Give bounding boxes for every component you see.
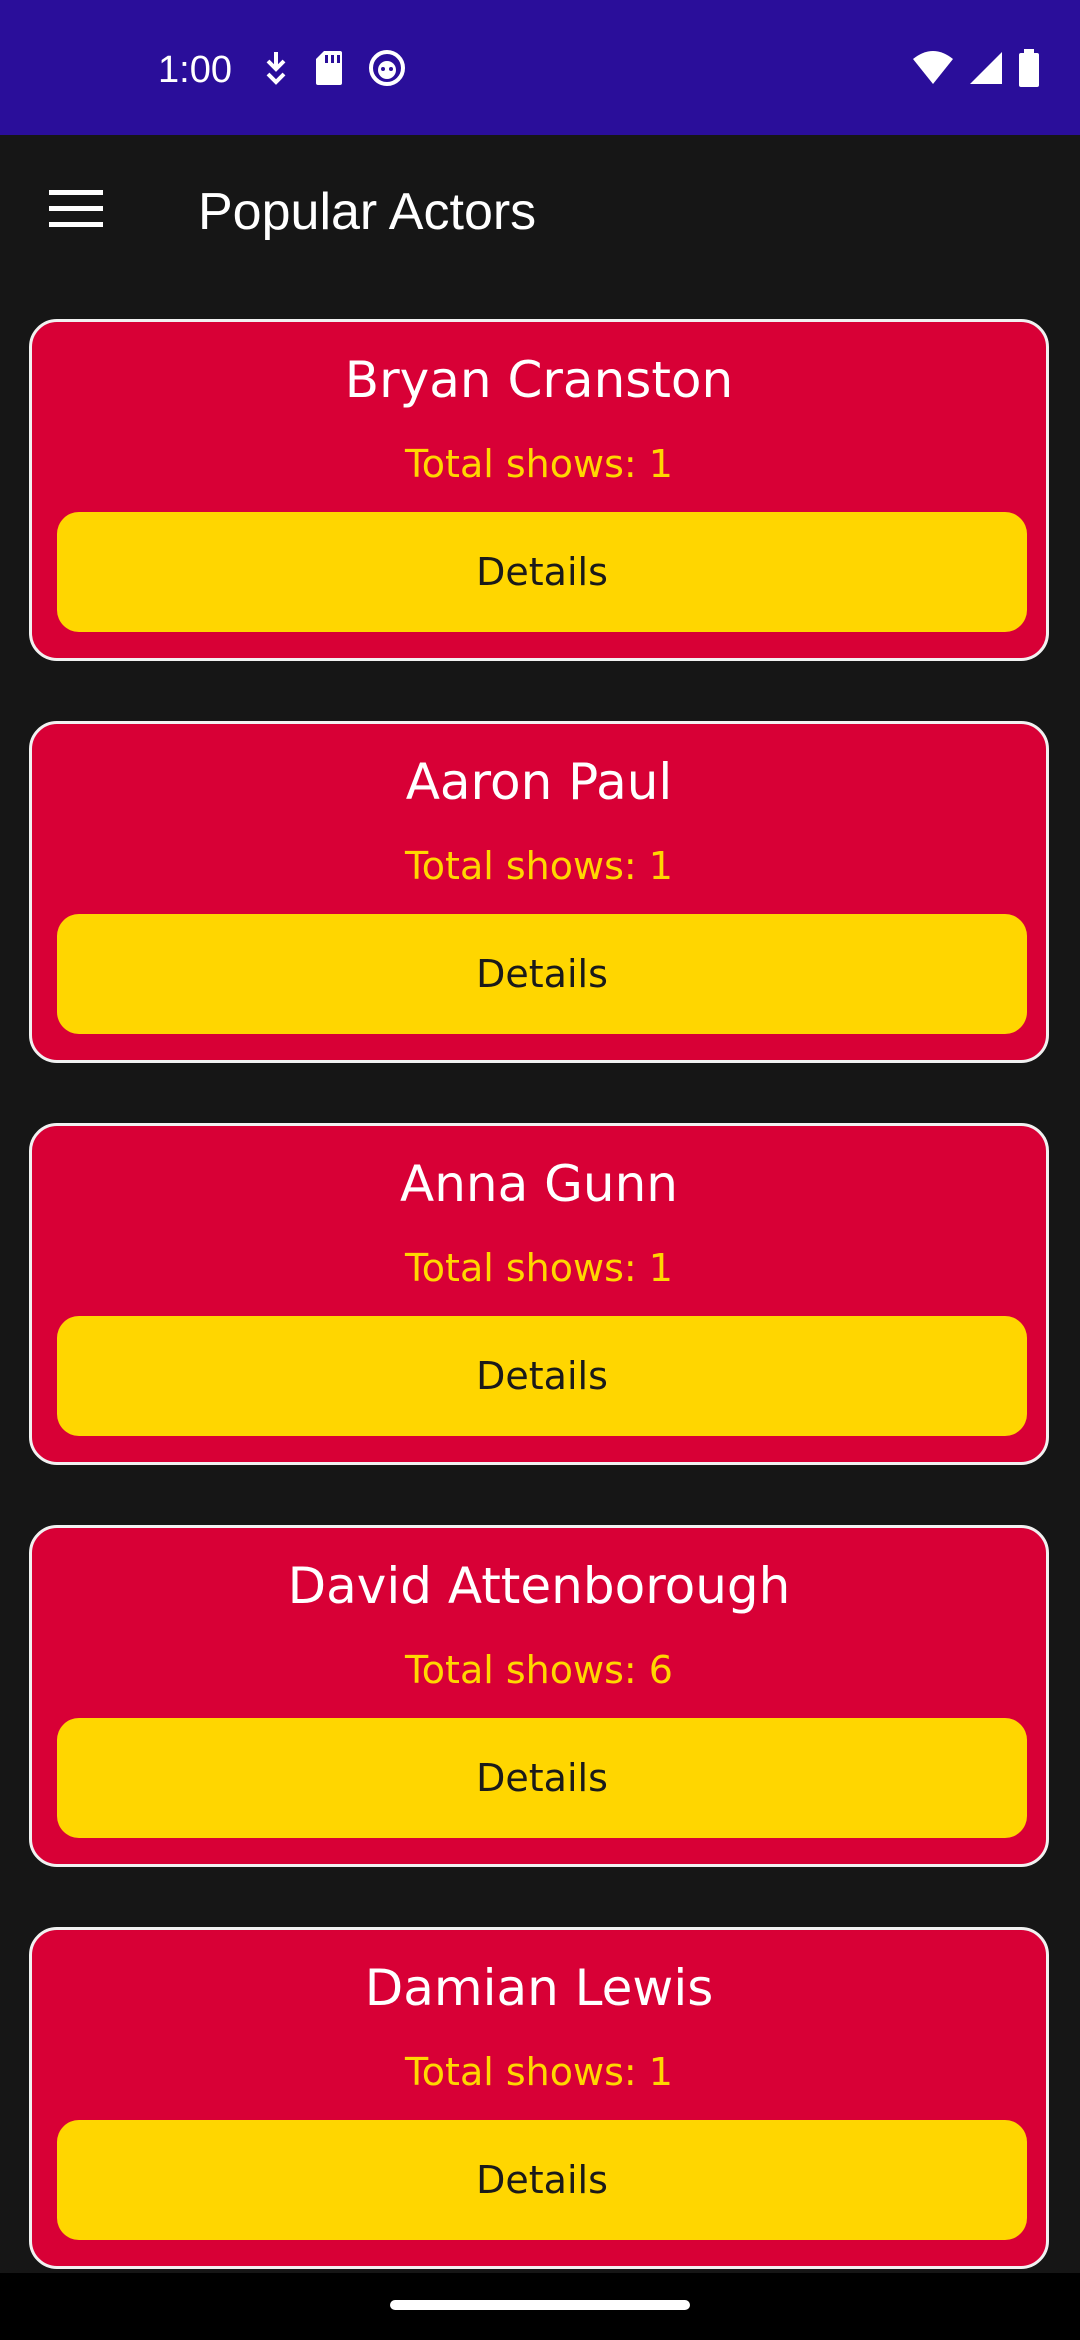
actor-name: Aaron Paul [405,753,673,811]
app-bar: Popular Actors [0,135,1080,295]
actor-card: Aaron Paul Total shows: 1 Details [29,721,1049,1063]
actor-name: Damian Lewis [364,1959,714,2017]
system-nav-bar [0,2273,1080,2340]
download-icon [262,48,290,92]
menu-button[interactable] [38,181,114,241]
actor-name: David Attenborough [287,1557,791,1615]
battery-icon [1018,49,1040,91]
home-gesture-handle[interactable] [390,2300,690,2310]
actor-card: Damian Lewis Total shows: 1 Details [29,1927,1049,2269]
details-button[interactable]: Details [57,1316,1027,1436]
face-icon [368,49,406,91]
total-shows-label: Total shows: 1 [405,1246,673,1290]
actor-name: Bryan Cranston [344,351,734,409]
details-button[interactable]: Details [57,1718,1027,1838]
actor-name: Anna Gunn [400,1155,678,1213]
hamburger-menu-icon [49,190,103,232]
status-bar: 1:00 [0,0,1080,135]
details-button[interactable]: Details [57,2120,1027,2240]
cell-signal-icon [968,50,1004,90]
wifi-icon [912,50,954,90]
status-right-icons [912,48,1040,92]
status-time: 1:00 [158,49,232,91]
page-title: Popular Actors [198,183,537,241]
actor-card: Bryan Cranston Total shows: 1 Details [29,319,1049,661]
status-left-icons [262,48,406,92]
actor-card: David Attenborough Total shows: 6 Detail… [29,1525,1049,1867]
total-shows-label: Total shows: 6 [405,1648,673,1692]
details-button[interactable]: Details [57,914,1027,1034]
actor-list[interactable]: Bryan Cranston Total shows: 1 Details Aa… [0,317,1080,2273]
total-shows-label: Total shows: 1 [405,844,673,888]
actor-card: Anna Gunn Total shows: 1 Details [29,1123,1049,1465]
total-shows-label: Total shows: 1 [405,442,673,486]
total-shows-label: Total shows: 1 [405,2050,673,2094]
sd-card-icon [314,49,344,91]
details-button[interactable]: Details [57,512,1027,632]
